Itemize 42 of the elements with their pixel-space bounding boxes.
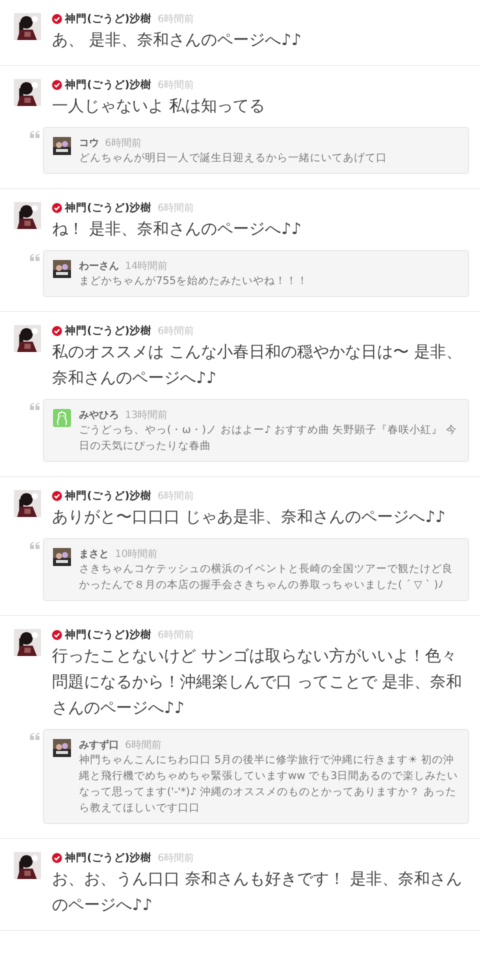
comment-time: 6時間前	[125, 738, 162, 752]
post-text: 行ったことないけど サンゴは取らない方がいいよ！色々問題になるから！沖縄楽しんで口 ってことで 是非、奈和さんのページへ♪♪	[52, 645, 464, 719]
post-text: ありがと〜口口口 じゃあ是非、奈和さんのページへ♪♪	[52, 506, 447, 528]
comment-text: さきちゃんコケテッシュの横浜のイベントと長崎の全国ツアーで観たけど良かったんで８月の本店の握手会さきちゃんの券取っちゃいました( ´ ▽ ` )ﾉ	[79, 562, 454, 593]
commenter-name[interactable]: まさと	[79, 547, 109, 561]
author-name[interactable]: 神門(ごうど)沙樹	[65, 628, 152, 642]
commenter-name[interactable]: わーさん	[79, 259, 119, 273]
comment-time: 14時間前	[125, 260, 168, 273]
post-text: お、お、うん口口 奈和さんも好きです！ 是非、奈和さんのページへ♪♪	[52, 868, 464, 916]
author-name[interactable]: 神門(ごうど)沙樹	[65, 78, 152, 92]
comment-time: 13時間前	[125, 408, 168, 422]
post-text: 一人じゃないよ 私は知ってる	[52, 95, 266, 117]
quote-icon	[30, 254, 40, 261]
author-name[interactable]: 神門(ごうど)沙樹	[65, 201, 152, 215]
author-name[interactable]: 神門(ごうど)沙樹	[65, 324, 152, 338]
quote-icon	[30, 733, 40, 740]
quote-icon	[30, 542, 40, 549]
post-text: 私のオススメは こんな小春日和の穏やかな日は〜 是非、奈和さんのページへ♪♪	[52, 341, 464, 389]
comment-text: どんちゃんが明日一人で誕生日迎えるから一緒にいてあげて口	[79, 151, 388, 166]
author-name[interactable]: 神門(ごうど)沙樹	[65, 12, 152, 26]
post-text: あ、 是非、奈和さんのページへ♪♪	[52, 29, 303, 51]
comment-time: 6時間前	[105, 136, 142, 150]
post-time: 6時間前	[158, 490, 194, 503]
comment-text: ごうどっち、やっ(・ω・)ノ おはよー♪ おすすめ曲 矢野顕子『春咲小紅』 今日の天気にぴったりな春曲	[79, 423, 458, 454]
quote-icon	[30, 403, 40, 410]
post-time: 6時間前	[158, 628, 194, 642]
post-time: 6時間前	[158, 12, 194, 26]
comment-text: まどかちゃんが755を始めたみたいやね！！！	[79, 274, 310, 289]
person-icon	[53, 409, 71, 427]
commenter-name[interactable]: コウ	[79, 136, 99, 150]
post-time: 6時間前	[158, 78, 194, 92]
commenter-name[interactable]: みすず口	[79, 738, 119, 752]
commenter-name[interactable]: みやひろ	[79, 408, 119, 422]
author-name[interactable]: 神門(ごうど)沙樹	[65, 851, 152, 865]
author-name[interactable]: 神門(ごうど)沙樹	[65, 489, 152, 503]
comment-time: 10時間前	[115, 548, 158, 561]
post-time: 6時間前	[158, 852, 194, 865]
post-text: ね！ 是非、奈和さんのページへ♪♪	[52, 218, 303, 240]
post-time: 6時間前	[158, 202, 194, 215]
comment-text: 神門ちゃんこんにちわ口口 5月の後半に修学旅行で沖縄に行きます☀ 初の沖縄と飛行機でめちゃめちゃ緊張していますww でも3日間あるので楽しみたいなって思ってます('-'*)♪ 沖縄のオススメのものとかってありますか？ あったら教えてほしいです口口	[79, 753, 460, 816]
post-time: 6時間前	[158, 324, 194, 338]
quote-icon	[30, 131, 40, 138]
